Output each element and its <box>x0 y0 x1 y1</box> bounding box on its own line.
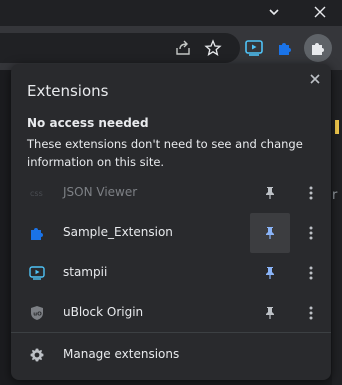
manage-extensions-button[interactable]: Manage extensions <box>11 334 331 374</box>
page-text-fragment: r <box>332 188 338 203</box>
manage-extensions-label: Manage extensions <box>63 347 180 361</box>
stampii-toolbar-icon[interactable] <box>243 37 265 59</box>
tab-strip <box>0 0 342 26</box>
close-icon[interactable] <box>307 71 323 87</box>
extension-row-ublock-origin[interactable]: uO uBlock Origin <box>11 293 331 333</box>
svg-text:uO: uO <box>33 312 42 318</box>
divider <box>11 332 331 333</box>
more-options-icon[interactable] <box>301 183 321 203</box>
bookmark-star-icon[interactable] <box>202 37 224 59</box>
extension-name: Sample_Extension <box>63 225 173 239</box>
extensions-menu: Extensions No access needed These extens… <box>11 64 331 380</box>
extension-row-json-viewer[interactable]: css JSON Viewer <box>11 173 331 213</box>
pin-icon[interactable] <box>250 173 290 213</box>
page-accent-mark <box>335 120 339 134</box>
svg-text:css: css <box>30 189 43 198</box>
stampii-icon <box>29 265 45 281</box>
pin-icon[interactable] <box>250 253 290 293</box>
tab-search-chevron-icon[interactable] <box>266 4 282 20</box>
more-options-icon[interactable] <box>301 223 321 243</box>
pin-icon[interactable] <box>250 213 290 253</box>
section-title: No access needed <box>27 116 149 130</box>
section-description: These extensions don't need to see and c… <box>27 137 303 169</box>
extension-name: stampii <box>63 265 108 279</box>
popup-title: Extensions <box>27 82 109 100</box>
share-icon[interactable] <box>172 37 194 59</box>
extension-name: uBlock Origin <box>63 305 144 319</box>
more-options-icon[interactable] <box>301 303 321 323</box>
gear-icon <box>29 347 45 363</box>
ublock-origin-icon: uO <box>29 305 45 321</box>
extension-row-stampii[interactable]: stampii <box>11 253 331 293</box>
extensions-button[interactable] <box>304 34 332 62</box>
window-close-icon[interactable] <box>312 4 328 20</box>
pin-icon[interactable] <box>250 293 290 333</box>
extension-row-sample-extension[interactable]: Sample_Extension <box>11 213 331 253</box>
more-options-icon[interactable] <box>301 263 321 283</box>
sample-extension-toolbar-icon[interactable] <box>274 37 296 59</box>
json-viewer-icon: css <box>29 185 45 201</box>
extension-name: JSON Viewer <box>63 185 138 199</box>
puzzle-piece-icon <box>29 225 45 241</box>
page-background: r <box>332 70 342 385</box>
